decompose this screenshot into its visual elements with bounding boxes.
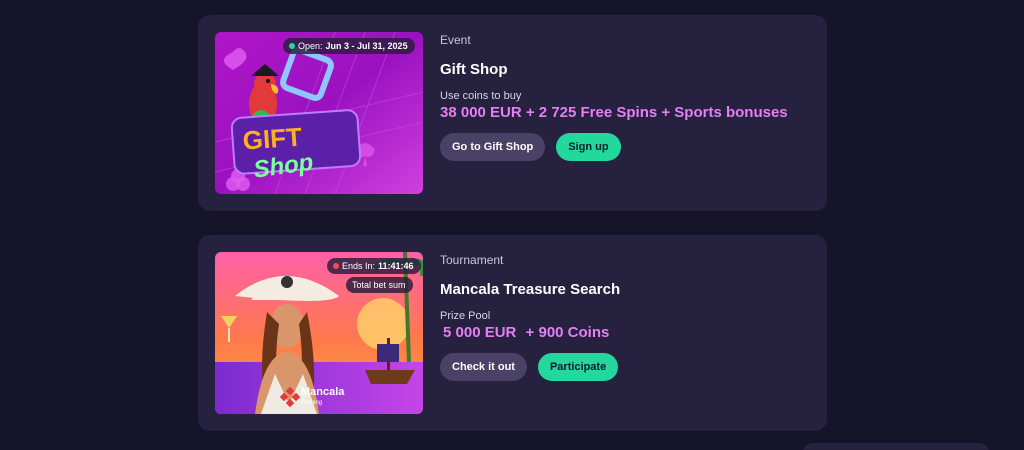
event-info: Event Gift Shop Use coins to buy 38 000 … [440,33,793,161]
event-sub-label: Prize Pool [440,310,491,322]
event-sub-label: Use coins to buy [440,90,522,102]
event-type-label: Event [440,33,471,47]
event-card-gift-shop: GIFT Shop Open: Jun 3 - Jul 31, 2025 Eve… [198,15,827,211]
gift-shop-image[interactable]: GIFT Shop Open: Jun 3 - Jul 31, 2025 [215,32,423,194]
badge-prefix: Ends In: [342,261,376,271]
sign-up-button[interactable]: Sign up [556,133,621,161]
prize-coins: + 900 Coins [525,324,610,341]
badge-text: Total bet sum [352,280,406,290]
next-card-peek [803,443,989,450]
participate-button[interactable]: Participate [537,353,619,381]
badge-prefix: Open: [298,41,323,51]
gift-shop-artwork: GIFT Shop [215,32,423,194]
open-dates-badge: Open: Jun 3 - Jul 31, 2025 [283,38,415,54]
prize-text: 38 000 EUR + 2 725 Free Spins + Sports b… [440,104,788,121]
event-title: Mancala Treasure Search [440,281,621,298]
status-dot-icon [333,263,339,269]
badge-value: 11:41:46 [378,261,414,271]
prize-amount: 5 000 EUR [443,324,517,341]
event-info: Tournament Mancala Treasure Search Prize… [440,253,620,381]
mancala-brand-sub: Gaming [301,400,322,406]
event-type-label: Tournament [440,253,504,267]
ends-in-badge: Ends In: 11:41:46 [327,258,421,274]
total-bet-sum-badge: Total bet sum [346,277,413,293]
go-to-gift-shop-button[interactable]: Go to Gift Shop [440,133,546,161]
badge-value: Jun 3 - Jul 31, 2025 [325,41,408,51]
tournament-image[interactable]: Mancala Gaming Ends In: 11:41:46 Total b… [215,252,423,414]
mancala-brand-name: Mancala [301,386,345,398]
status-dot-icon [289,43,295,49]
event-prize: 38 000 EUR + 2 725 Free Spins + Sports b… [440,104,793,121]
event-prize: 5 000 EUR + 900 Coins [440,324,620,341]
event-card-tournament: Mancala Gaming Ends In: 11:41:46 Total b… [198,235,827,431]
event-title: Gift Shop [440,61,508,78]
check-it-out-button[interactable]: Check it out [440,353,527,381]
